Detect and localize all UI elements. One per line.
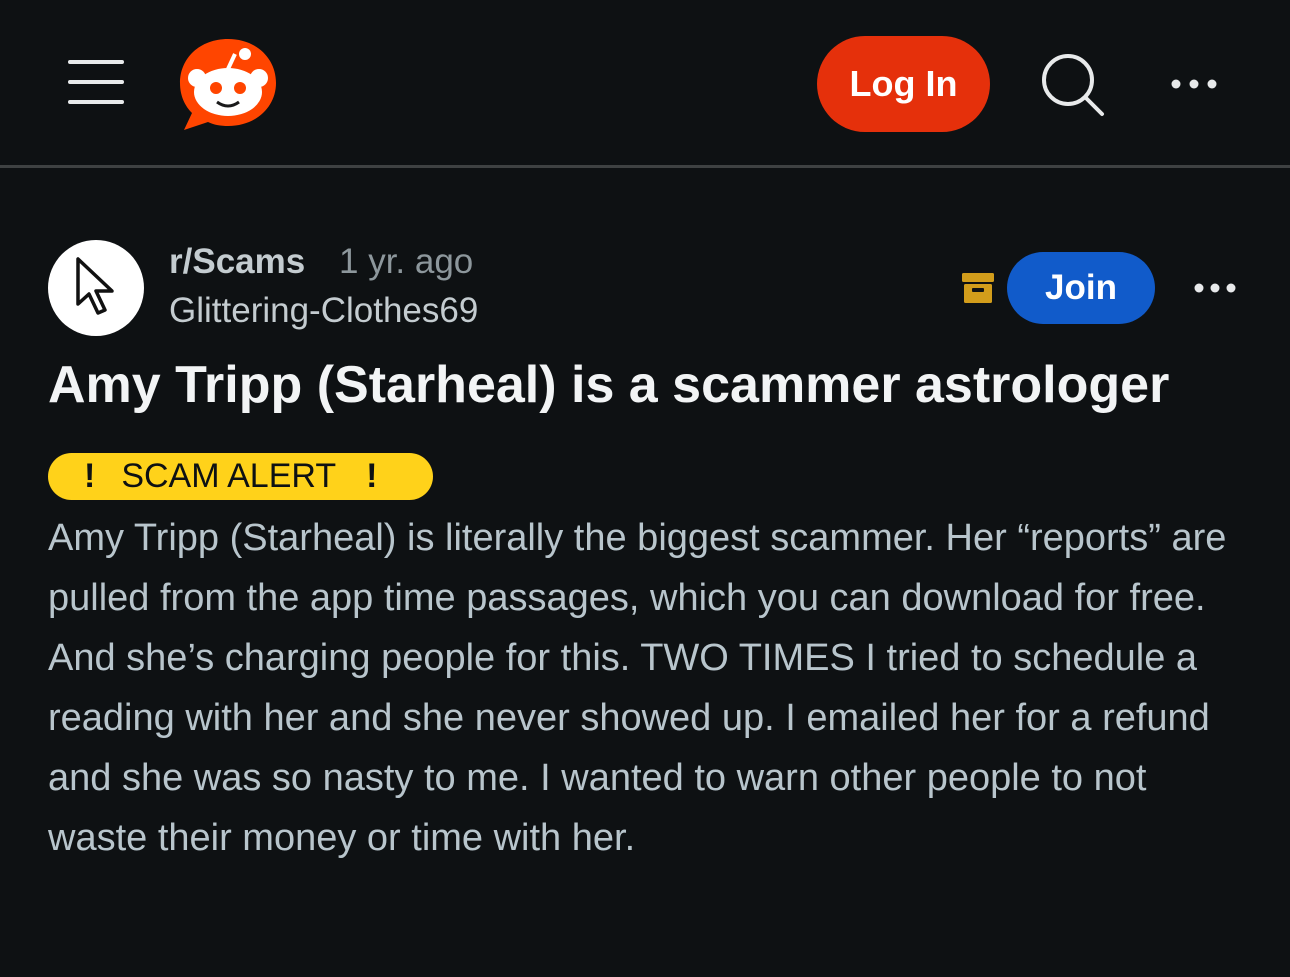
subreddit-name[interactable]: r/Scams (169, 242, 305, 282)
post-body-text: Amy Tripp (Starheal) is literally the bi… (48, 517, 1227, 859)
cursor-arrow-icon (74, 256, 118, 321)
login-button[interactable]: Log In (817, 36, 990, 132)
join-button[interactable]: Join (1007, 252, 1155, 324)
flair-label: SCAM ALERT (121, 457, 337, 495)
post-title[interactable]: Amy Tripp (Starheal) is a scammer astrol… (48, 350, 1248, 420)
subreddit-avatar[interactable] (48, 240, 144, 336)
flair-left-mark: ! (84, 457, 96, 495)
flair-right-mark: ! (366, 457, 378, 495)
search-icon[interactable] (1040, 52, 1106, 118)
reddit-post-page: Log In r/Scams 1 yr. ago Glittering-Clot… (0, 0, 1290, 977)
more-options-icon[interactable] (1166, 62, 1222, 106)
more-options-icon[interactable] (1190, 270, 1240, 306)
top-navigation-bar: Log In (0, 0, 1290, 168)
post-flair-badge[interactable]: ! SCAM ALERT ! (48, 453, 433, 500)
archive-box-icon (960, 270, 996, 306)
post-timestamp: 1 yr. ago (339, 242, 474, 281)
reddit-logo-icon[interactable] (178, 36, 278, 132)
hamburger-menu-icon[interactable] (68, 58, 124, 106)
author-username[interactable]: Glittering-Clothes69 (169, 291, 478, 331)
